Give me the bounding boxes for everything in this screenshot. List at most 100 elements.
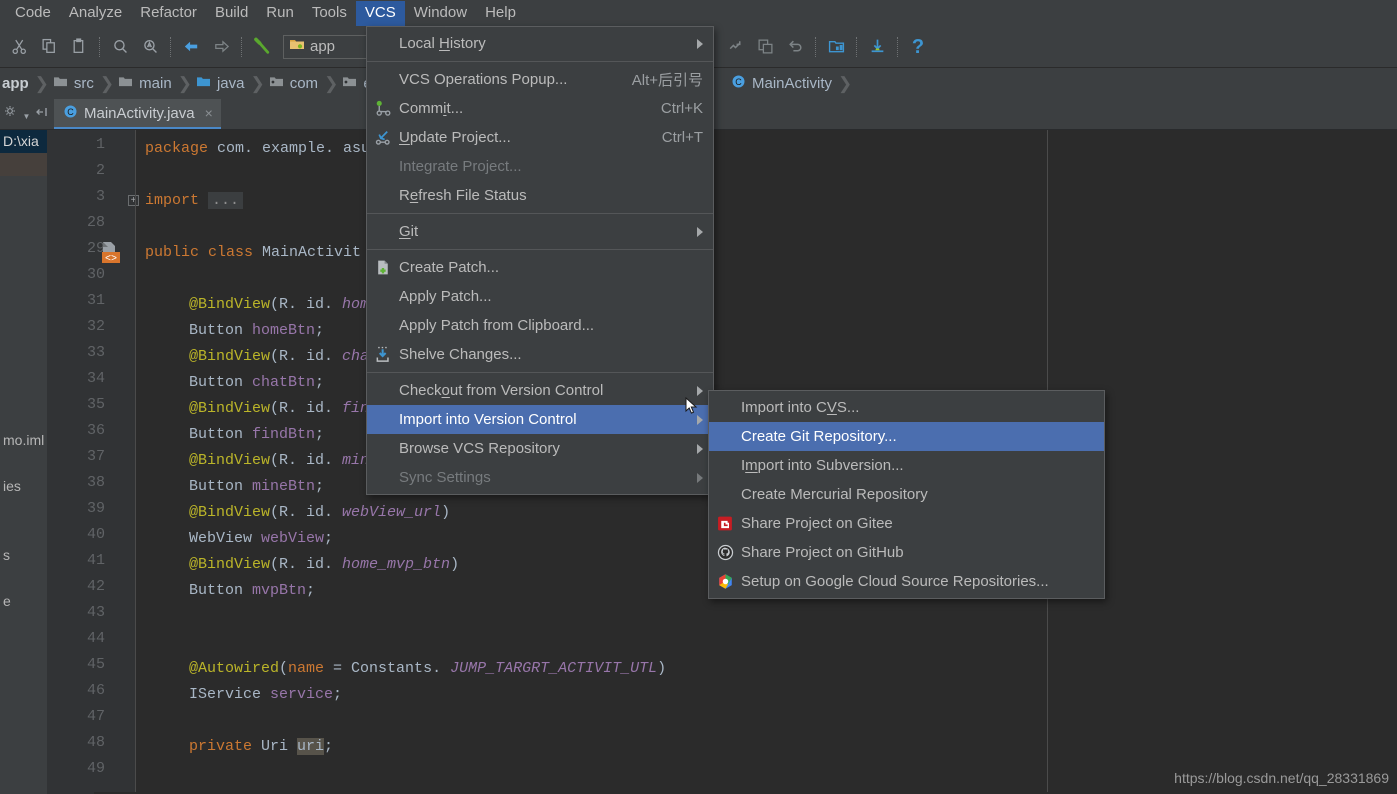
menubar-item-analyze[interactable]: Analyze — [60, 1, 131, 26]
avd-manager-icon[interactable] — [750, 33, 780, 61]
breadcrumb-item-java[interactable]: java — [192, 68, 251, 99]
project-tree-row[interactable] — [0, 498, 47, 521]
sdk-manager-icon[interactable] — [862, 33, 892, 61]
menu-item-checkout-from-vc[interactable]: Checkout from Version Control — [367, 376, 713, 405]
code-token: Button — [189, 582, 253, 599]
menu-item-local-history[interactable]: Local History — [367, 29, 713, 58]
project-tree-row[interactable] — [0, 199, 47, 222]
project-tree-row[interactable] — [0, 567, 47, 590]
github-icon — [715, 543, 735, 563]
menu-item-commit[interactable]: Commit... Ctrl+K — [367, 94, 713, 123]
project-tree-row[interactable]: ies — [0, 475, 47, 498]
project-tree-row[interactable]: D:\xia — [0, 130, 47, 153]
project-tree-row[interactable] — [0, 406, 47, 429]
import-into-version-control-submenu[interactable]: Import into CVS... Create Git Repository.… — [708, 390, 1105, 599]
menu-item-import-into-svn[interactable]: Import into Subversion... — [709, 451, 1104, 480]
menu-item-browse-vcs-repo[interactable]: Browse VCS Repository — [367, 434, 713, 463]
project-tree-row[interactable] — [0, 222, 47, 245]
menubar-item-tools[interactable]: Tools — [303, 1, 356, 26]
line-number: 44 — [86, 630, 105, 647]
menubar-item-run[interactable]: Run — [257, 1, 303, 26]
menubar-item-build[interactable]: Build — [206, 1, 257, 26]
project-tree-row[interactable] — [0, 176, 47, 199]
submenu-arrow-icon — [697, 385, 703, 396]
menu-item-import-into-cvs[interactable]: Import into CVS... — [709, 393, 1104, 422]
code-token: ) — [441, 504, 451, 521]
editor-gutter[interactable]: 1 2 3 +28 29 <> 30 31 32 33 34 35 36 37 38 39 40 41 42 43 44… — [47, 130, 139, 794]
breadcrumb-separator: ❯ — [99, 74, 115, 93]
class-run-marker-icon[interactable]: <> — [99, 240, 127, 266]
project-tree-row[interactable] — [0, 291, 47, 314]
menubar-item-code[interactable]: Code — [6, 1, 60, 26]
menu-item-label: Setup on Google Cloud Source Repositorie… — [741, 573, 1049, 590]
replace-icon[interactable] — [135, 33, 165, 61]
code-token: uri — [297, 738, 325, 755]
project-structure-icon[interactable] — [821, 33, 851, 61]
svg-text:C: C — [67, 107, 74, 117]
forward-icon[interactable] — [206, 33, 236, 61]
breadcrumb-item-src[interactable]: src — [49, 68, 100, 99]
menubar-item-vcs[interactable]: VCS — [355, 0, 405, 26]
back-icon[interactable] — [176, 33, 206, 61]
menu-item-share-github[interactable]: Share Project on GitHub — [709, 538, 1104, 567]
menu-item-git[interactable]: Git — [367, 217, 713, 246]
breadcrumb-item-mainactivity[interactable]: C MainActivity — [727, 68, 838, 99]
menu-item-create-patch[interactable]: Create Patch... — [367, 253, 713, 282]
menu-item-setup-gcsr[interactable]: Setup on Google Cloud Source Repositorie… — [709, 567, 1104, 596]
project-tree-row[interactable] — [0, 360, 47, 383]
menu-item-shortcut: Alt+后引号 — [631, 72, 703, 89]
breadcrumb-label: src — [73, 75, 94, 92]
project-tree-row[interactable]: e — [0, 590, 47, 613]
build-hammer-icon[interactable] — [247, 33, 277, 61]
help-icon[interactable]: ? — [903, 33, 933, 61]
code-token: package — [145, 140, 218, 157]
menu-item-update-project[interactable]: Update Project... Ctrl+T — [367, 123, 713, 152]
sync-gradle-icon[interactable] — [720, 33, 750, 61]
breadcrumb-label: app — [2, 75, 29, 92]
code-token: @BindView — [189, 556, 271, 573]
paste-icon[interactable] — [64, 33, 94, 61]
code-line: IService service; — [136, 682, 342, 708]
project-tree-row[interactable] — [0, 521, 47, 544]
line-number: 48 — [86, 734, 105, 751]
menubar-item-window[interactable]: Window — [405, 1, 476, 26]
svg-text:<>: <> — [105, 254, 117, 265]
code-token: JUMP_TARGRT_ACTIVIT_UTL — [450, 660, 658, 677]
menu-item-label: Create Git Repository... — [741, 428, 897, 445]
code-token: ... — [208, 192, 244, 209]
menu-item-create-hg-repo[interactable]: Create Mercurial Repository — [709, 480, 1104, 509]
project-tree-row[interactable] — [0, 337, 47, 360]
menubar-item-help[interactable]: Help — [476, 1, 525, 26]
cut-icon[interactable] — [4, 33, 34, 61]
menu-item-label: Share Project on GitHub — [741, 544, 904, 561]
menu-item-share-gitee[interactable]: Share Project on Gitee — [709, 509, 1104, 538]
menu-item-vcs-operations[interactable]: VCS Operations Popup... Alt+后引号 — [367, 65, 713, 94]
collapse-panel-icon[interactable] — [35, 105, 49, 124]
project-tree-row[interactable] — [0, 245, 47, 268]
undo-icon[interactable] — [780, 33, 810, 61]
menu-item-create-git-repo[interactable]: Create Git Repository... — [709, 422, 1104, 451]
toolbar-divider — [99, 36, 100, 57]
breadcrumb-item-main[interactable]: main — [114, 68, 178, 99]
breadcrumb-item-app[interactable]: app — [0, 68, 35, 99]
project-tree-row[interactable] — [0, 383, 47, 406]
project-tree-row[interactable]: s — [0, 544, 47, 567]
menubar-item-refactor[interactable]: Refactor — [131, 1, 206, 26]
menu-item-apply-patch[interactable]: Apply Patch... — [367, 282, 713, 311]
project-tree-row[interactable] — [0, 452, 47, 475]
close-icon[interactable]: × — [205, 105, 213, 121]
project-tree-row[interactable]: mo.iml — [0, 429, 47, 452]
search-icon[interactable] — [105, 33, 135, 61]
project-tree-row[interactable] — [0, 153, 47, 176]
vcs-dropdown-menu[interactable]: Local History VCS Operations Popup... Alt+… — [366, 26, 714, 495]
breadcrumb-item-com[interactable]: com — [265, 68, 324, 99]
menu-item-refresh-file-status[interactable]: Refresh File Status — [367, 181, 713, 210]
settings-gear-icon[interactable]: ▼ — [4, 105, 30, 124]
copy-icon[interactable] — [34, 33, 64, 61]
project-tree-row[interactable] — [0, 314, 47, 337]
menu-item-apply-patch-clipboard[interactable]: Apply Patch from Clipboard... — [367, 311, 713, 340]
menu-item-shelve-changes[interactable]: Shelve Changes... — [367, 340, 713, 369]
menu-item-import-into-vc[interactable]: Import into Version Control — [367, 405, 713, 434]
editor-tab-mainactivity[interactable]: C MainActivity.java × — [54, 99, 221, 129]
project-tree-row[interactable] — [0, 268, 47, 291]
